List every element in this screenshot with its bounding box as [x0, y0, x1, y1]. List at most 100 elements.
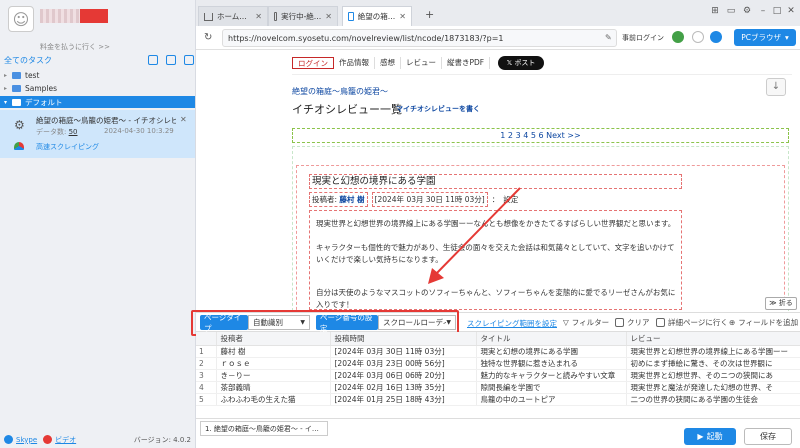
skype-link[interactable]: Skype	[16, 436, 37, 444]
export-icon[interactable]	[166, 55, 176, 65]
window-icon[interactable]: ▭	[726, 6, 736, 16]
filter-button[interactable]: ▽ フィルター	[563, 317, 609, 328]
cell-review[interactable]: 初めにまず挿絵に驚き、その次は世界観に	[626, 357, 800, 370]
detail-page-button[interactable]: 詳細ページに行く	[656, 317, 728, 328]
cell-time[interactable]: [2024年 03月 06日 06時 20分]	[330, 369, 477, 382]
save-button[interactable]: 保存	[744, 428, 792, 445]
cell-poster[interactable]: ふわふわ毛の生えた猫	[216, 393, 331, 406]
page-type-select[interactable]: 自動識別 ▼	[248, 315, 310, 330]
novel-title-link[interactable]: 絶望の箱庭～鳥籠の姫君～	[292, 86, 388, 97]
table-row[interactable]: 3 き－りー [2024年 03月 06日 06時 20分] 魅力的なキャラクタ…	[196, 369, 800, 382]
minimize-icon[interactable]: –	[758, 6, 768, 16]
table-row[interactable]: 2 ｒｏｓｅ [2024年 03月 23日 00時 56分] 独特な世界観に惹き…	[196, 357, 800, 370]
close-window-icon[interactable]: ✕	[786, 6, 796, 16]
tab-home[interactable]: ホーム… ✕	[198, 6, 268, 26]
x-post-label: ポスト	[514, 59, 536, 67]
nav-login[interactable]: ログイン	[292, 57, 334, 69]
cell-poster[interactable]: 茶部義晴	[216, 381, 331, 394]
write-review-link[interactable]: マイチオシレビューを書く	[396, 104, 480, 114]
nav-vertical-pdf[interactable]: 縦書きPDF	[442, 57, 491, 69]
user-icon[interactable]	[692, 31, 704, 43]
new-tab-plus-icon[interactable]: +	[425, 8, 434, 21]
page-icon	[348, 12, 354, 21]
cell-review[interactable]: 現実世界と魔法が発達した幻想の世界、そ	[626, 381, 800, 394]
tab-label: 絶望の箱…	[357, 12, 396, 21]
url-list-chip[interactable]: 1. 絶望の箱庭～鳥籠の姫君～ - イ…	[200, 421, 328, 436]
blue-status-icon[interactable]	[710, 31, 722, 43]
cell-title[interactable]: 隙間長編を学園で	[476, 381, 627, 394]
tab-current-page[interactable]: 絶望の箱… ✕	[342, 6, 412, 26]
scrape-range-link[interactable]: スクレイピング範囲を設定	[467, 318, 557, 329]
cell-review[interactable]: 二つの世界の狭間にある学園の生徒会	[626, 393, 800, 406]
tree-item-label: Samples	[25, 83, 58, 93]
cell-title[interactable]: 鳥籠の中のユートピア	[476, 393, 627, 406]
maximize-icon[interactable]: □	[772, 6, 782, 16]
pre-login-button[interactable]: 事前ログイン	[622, 33, 664, 43]
clear-button[interactable]: クリア	[615, 317, 650, 328]
task-data-count: データ数: 50	[36, 127, 78, 137]
col-header-review[interactable]: レビュー	[626, 332, 800, 346]
table-row[interactable]: 4 茶部義晴 [2024年 02月 16日 13時 35分] 隙間長編を学園で …	[196, 381, 800, 394]
pc-browser-label: PCブラウザ	[741, 33, 781, 42]
chevron-double-down-icon: ≫	[769, 299, 777, 307]
col-index-header	[196, 332, 217, 346]
tree-item-samples[interactable]: ▸ Samples	[0, 82, 195, 94]
refresh-icon[interactable]: ↻	[204, 32, 212, 43]
cell-time[interactable]: [2024年 03月 30日 11時 03分]	[330, 345, 477, 358]
cell-title[interactable]: 魅力的なキャラクターと読みやすい文章	[476, 369, 627, 382]
scroll-down-icon[interactable]: ↓	[766, 78, 786, 96]
start-button[interactable]: ▶ 起動	[684, 428, 736, 445]
cell-time[interactable]: [2024年 01月 25日 18時 43分]	[330, 393, 477, 406]
task-title[interactable]: 絶望の箱庭～鳥籠の姫君～ - イチオシレビ…	[36, 115, 176, 126]
pay-link[interactable]: 料金を払うに行く >>	[40, 42, 110, 52]
settings-icon[interactable]: ⚙	[742, 6, 752, 16]
fast-scrape-link[interactable]: 高速スクレイピング	[36, 142, 99, 152]
chevron-right-icon: ▸	[4, 71, 8, 79]
table-row[interactable]: 5 ふわふわ毛の生えた猫 [2024年 01月 25日 18時 43分] 鳥籠の…	[196, 393, 800, 406]
tasks-header-label[interactable]: 全てのタスク	[4, 55, 52, 66]
data-count-value[interactable]: 50	[69, 128, 78, 136]
cell-poster[interactable]: き－りー	[216, 369, 331, 382]
cell-title[interactable]: 独特な世界観に惹き込まれる	[476, 357, 627, 370]
cell-time[interactable]: [2024年 02月 16日 13時 35分]	[330, 381, 477, 394]
table-row[interactable]: 1 藤村 樹 [2024年 03月 30日 11時 03分] 現実と幻想の境界に…	[196, 345, 800, 358]
close-icon[interactable]: ✕	[399, 12, 406, 21]
url-input[interactable]: https://novelcom.syosetu.com/novelreview…	[222, 29, 617, 47]
nav-reviews[interactable]: レビュー	[401, 57, 442, 69]
pc-browser-dropdown[interactable]: PCブラウザ ▾	[734, 29, 796, 46]
x-post-button[interactable]: 𝕏 ポスト	[498, 56, 544, 70]
fold-button[interactable]: ≫ 折る	[765, 297, 797, 310]
import-icon[interactable]	[148, 55, 158, 65]
tree-item-default[interactable]: ▾ デフォルト	[0, 96, 195, 108]
pencil-icon[interactable]: ✎	[605, 33, 612, 42]
col-header-poster[interactable]: 投稿者	[216, 332, 331, 346]
row-index: 2	[196, 357, 217, 370]
cell-title[interactable]: 現実と幻想の境界にある学園	[476, 345, 627, 358]
col-header-time[interactable]: 投稿時間	[330, 332, 477, 346]
video-link[interactable]: ビデオ	[55, 435, 76, 445]
cell-review[interactable]: 現実世界と幻想世界、そのニつの狭間にあ	[626, 369, 800, 382]
x-logo-icon: 𝕏	[506, 59, 515, 67]
page-number-select[interactable]: スクロールローディン ▼	[378, 315, 456, 330]
poster-name[interactable]: 藤村 樹	[339, 195, 364, 204]
nav-impressions[interactable]: 感想	[375, 57, 401, 69]
cell-poster[interactable]: 藤村 樹	[216, 345, 331, 358]
cell-poster[interactable]: ｒｏｓｅ	[216, 357, 331, 370]
cell-review[interactable]: 現実世界と幻想世界の境界線上にある学園ーー	[626, 345, 800, 358]
close-icon[interactable]: ✕	[325, 12, 332, 21]
pagination[interactable]: 1 2 3 4 5 6 Next >>	[292, 128, 789, 143]
page-type-label: ページタイプ	[200, 313, 248, 333]
nav-work-info[interactable]: 作品情報	[334, 57, 375, 69]
search-task-icon[interactable]	[184, 55, 194, 65]
tree-item-test[interactable]: ▸ test	[0, 69, 195, 81]
tab-running[interactable]: 実行中-絶… ✕	[268, 6, 338, 26]
green-status-icon[interactable]	[672, 31, 684, 43]
gift-icon[interactable]: ⊞	[710, 6, 720, 16]
close-icon[interactable]: ✕	[180, 115, 187, 124]
poster-field[interactable]: 投稿者: 藤村 樹	[309, 192, 368, 207]
close-icon[interactable]: ✕	[255, 12, 262, 21]
col-header-title[interactable]: タイトル	[476, 332, 627, 346]
tasks-header: 全てのタスク	[4, 54, 194, 66]
cell-time[interactable]: [2024年 03月 23日 00時 56分]	[330, 357, 477, 370]
add-field-button[interactable]: ⊕ フィールドを追加	[729, 317, 798, 328]
